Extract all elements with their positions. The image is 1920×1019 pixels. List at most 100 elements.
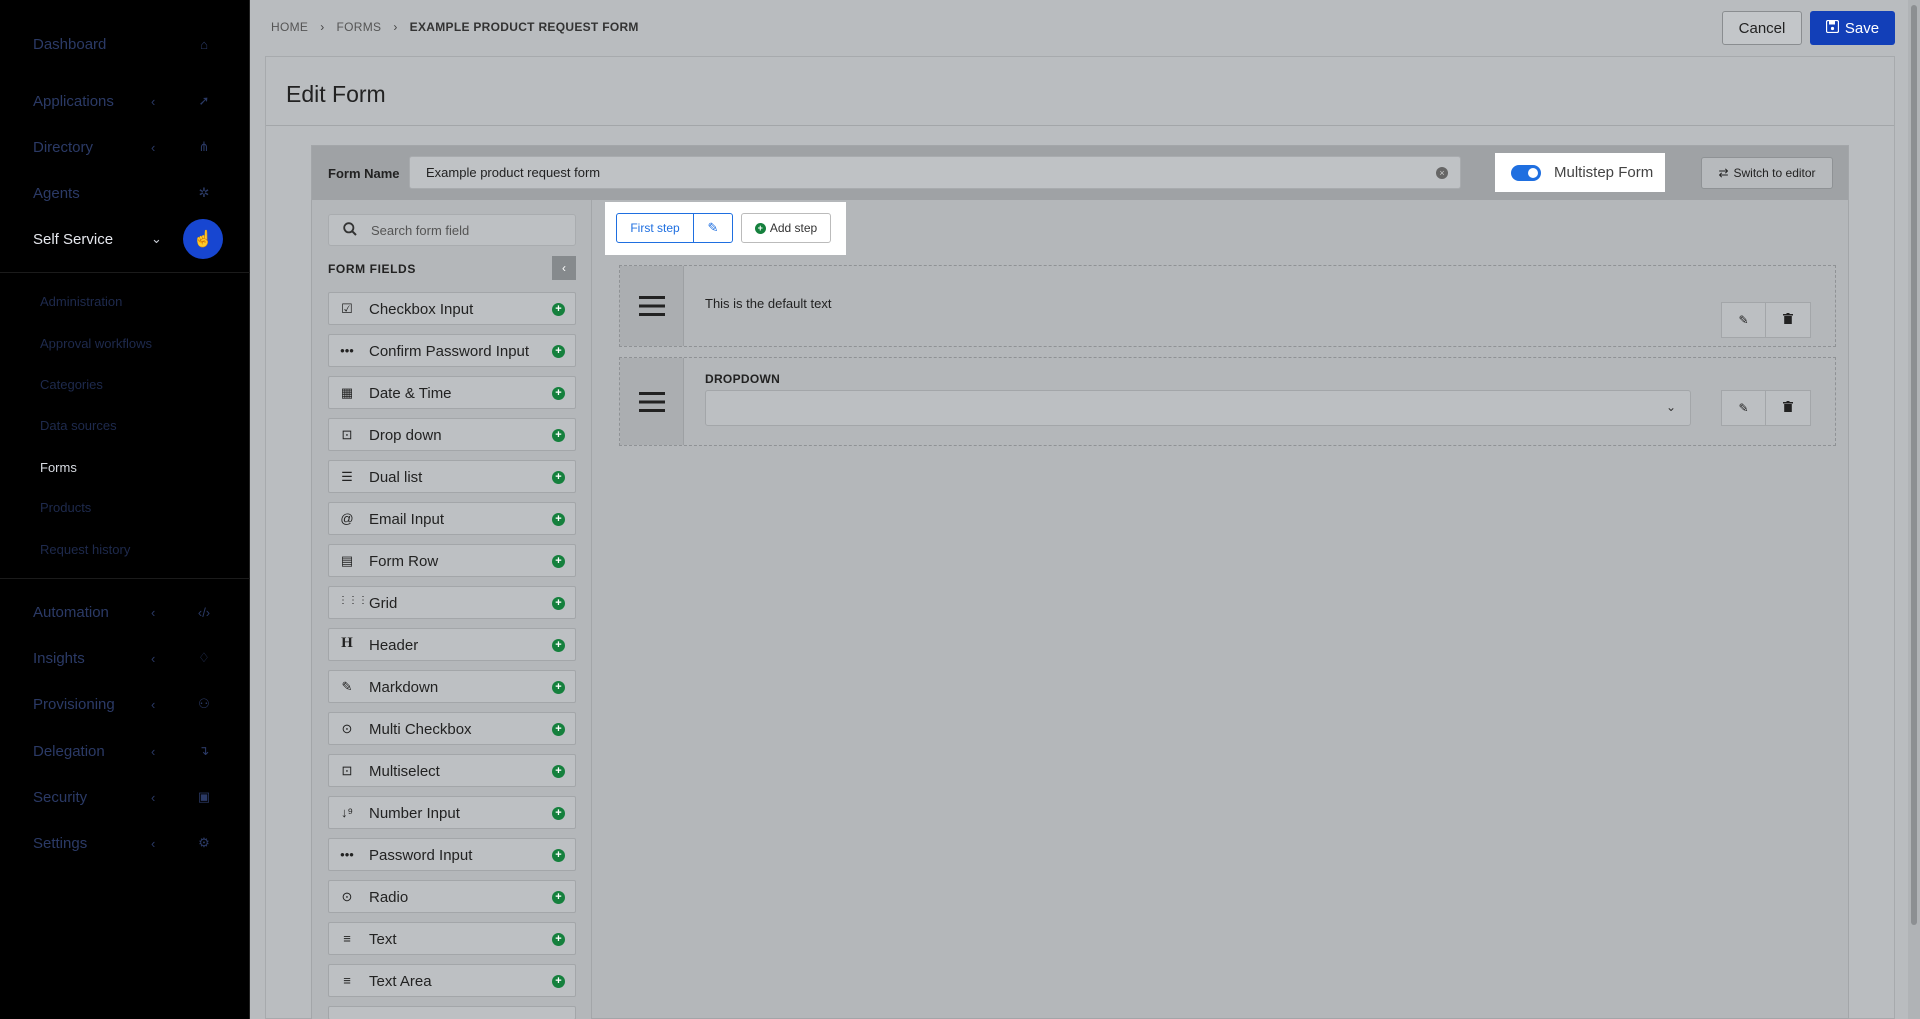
field-item-password-input[interactable]: ••• Password Input + bbox=[328, 838, 576, 871]
plus-circle-icon: + bbox=[754, 222, 766, 234]
add-field-icon[interactable]: + bbox=[552, 345, 565, 358]
add-field-icon[interactable]: + bbox=[552, 891, 565, 904]
sidebar-item-delegation[interactable]: Delegation ‹ ↴ bbox=[0, 731, 250, 771]
home-icon: ⌂ bbox=[200, 36, 208, 52]
add-field-icon[interactable]: + bbox=[552, 807, 565, 820]
field-item-date-time[interactable]: ▦ Date & Time + bbox=[328, 376, 576, 409]
add-field-icon[interactable]: + bbox=[552, 429, 565, 442]
add-field-icon[interactable]: + bbox=[552, 975, 565, 988]
save-button[interactable]: Save bbox=[1810, 11, 1895, 45]
breadcrumb-forms[interactable]: FORMS bbox=[337, 20, 382, 34]
field-item-email-input[interactable]: @ Email Input + bbox=[328, 502, 576, 535]
pencil-icon: ✎ bbox=[707, 220, 719, 235]
sidebar-item-settings[interactable]: Settings ‹ ⚙ bbox=[0, 823, 250, 863]
search-form-field[interactable] bbox=[328, 214, 576, 246]
multistep-form-toggle[interactable]: Multistep Form bbox=[1495, 153, 1665, 192]
add-field-icon[interactable]: + bbox=[552, 681, 565, 694]
delete-element-button[interactable] bbox=[1766, 302, 1811, 338]
step-tab-first[interactable]: First step bbox=[616, 213, 694, 243]
field-item-header[interactable]: H Header + bbox=[328, 628, 576, 661]
sidebar-subitem-approval-workflows[interactable]: Approval workflows bbox=[40, 336, 152, 351]
sidebar-item-automation[interactable]: Automation ‹ ‹/› bbox=[0, 592, 250, 632]
field-item-partial[interactable] bbox=[328, 1006, 576, 1019]
field-item-markdown[interactable]: ✎ Markdown + bbox=[328, 670, 576, 703]
field-item-confirm-password-input[interactable]: ••• Confirm Password Input + bbox=[328, 334, 576, 367]
edit-step-button[interactable]: ✎ bbox=[693, 213, 733, 243]
sidebar-item-security[interactable]: Security ‹ ▣ bbox=[0, 777, 250, 817]
add-field-icon[interactable]: + bbox=[552, 723, 565, 736]
sidebar-item-label: Automation bbox=[33, 603, 109, 621]
field-item-dual-list[interactable]: ☰ Dual list + bbox=[328, 460, 576, 493]
field-item-grid[interactable]: ⋮⋮⋮ Grid + bbox=[328, 586, 576, 619]
add-field-icon[interactable]: + bbox=[552, 471, 565, 484]
sidebar-subitem-products[interactable]: Products bbox=[40, 500, 91, 515]
form-element-dropdown[interactable]: DROPDOWN ⌄ ✎ bbox=[619, 357, 1836, 446]
form-name-input[interactable]: Example product request form × bbox=[409, 156, 1461, 189]
scrollbar-thumb[interactable] bbox=[1911, 5, 1917, 925]
default-text: This is the default text bbox=[705, 296, 832, 311]
edit-element-button[interactable]: ✎ bbox=[1721, 390, 1766, 426]
collapse-panel-button[interactable]: ‹ bbox=[552, 256, 576, 280]
form-element-text[interactable]: This is the default text ✎ bbox=[619, 265, 1836, 347]
sidebar-item-provisioning[interactable]: Provisioning ‹ ⚇ bbox=[0, 684, 250, 724]
save-button-label: Save bbox=[1844, 19, 1880, 37]
sidebar-subitem-request-history[interactable]: Request history bbox=[40, 542, 130, 557]
field-item-label: Multi Checkbox bbox=[369, 721, 472, 738]
chevron-left-icon: ‹ bbox=[151, 743, 156, 759]
field-item-checkbox-input[interactable]: ☑ Checkbox Input + bbox=[328, 292, 576, 325]
add-field-icon[interactable]: + bbox=[552, 555, 565, 568]
check-circle-icon: ⊙ bbox=[341, 721, 353, 736]
add-field-icon[interactable]: + bbox=[552, 639, 565, 652]
search-input[interactable] bbox=[371, 215, 571, 245]
sidebar-subitem-data-sources[interactable]: Data sources bbox=[40, 418, 117, 433]
page-scrollbar[interactable] bbox=[1908, 0, 1920, 1019]
field-item-label: Radio bbox=[369, 889, 409, 906]
dropdown-select[interactable]: ⌄ bbox=[705, 390, 1691, 426]
add-field-icon[interactable]: + bbox=[552, 387, 565, 400]
sidebar-item-self-service[interactable]: Self Service ⌄ ☝ bbox=[0, 219, 250, 259]
floppy-disk-icon bbox=[1825, 19, 1840, 37]
add-field-icon[interactable]: + bbox=[552, 303, 565, 316]
add-field-icon[interactable]: + bbox=[552, 513, 565, 526]
sidebar-subitem-categories[interactable]: Categories bbox=[40, 377, 103, 392]
field-item-multi-checkbox[interactable]: ⊙ Multi Checkbox + bbox=[328, 712, 576, 745]
sidebar-item-dashboard[interactable]: Dashboard ⌂ bbox=[0, 24, 250, 64]
field-item-label: Form Row bbox=[369, 553, 439, 570]
align-left-icon: ≡ bbox=[343, 973, 351, 988]
field-item-multiselect[interactable]: ⊡ Multiselect + bbox=[328, 754, 576, 787]
add-step-button[interactable]: + Add step bbox=[741, 213, 831, 243]
sidebar-item-applications[interactable]: Applications ‹ ➚ bbox=[0, 81, 250, 121]
add-field-icon[interactable]: + bbox=[552, 933, 565, 946]
field-item-drop-down[interactable]: ⊡ Drop down + bbox=[328, 418, 576, 451]
add-field-icon[interactable]: + bbox=[552, 597, 565, 610]
add-field-icon[interactable]: + bbox=[552, 765, 565, 778]
drag-handle-icon[interactable] bbox=[620, 266, 684, 346]
sidebar-item-label: Applications bbox=[33, 92, 114, 110]
chevron-down-icon: ⌄ bbox=[151, 231, 162, 246]
drag-handle-icon[interactable] bbox=[620, 358, 684, 445]
chevron-left-icon: ‹ bbox=[151, 789, 156, 805]
switch-to-editor-button[interactable]: ⇄ Switch to editor bbox=[1701, 157, 1833, 189]
clear-input-icon[interactable]: × bbox=[1436, 167, 1448, 179]
sidebar-item-agents[interactable]: Agents ✲ bbox=[0, 173, 250, 213]
field-item-radio[interactable]: ⊙ Radio + bbox=[328, 880, 576, 913]
sidebar-subitem-forms[interactable]: Forms bbox=[40, 460, 77, 475]
users-icon: ⚇ bbox=[198, 696, 210, 711]
trash-icon bbox=[1783, 401, 1793, 415]
field-item-number-input[interactable]: ↓⁹ Number Input + bbox=[328, 796, 576, 829]
toggle-switch[interactable] bbox=[1511, 165, 1541, 181]
breadcrumb-home[interactable]: HOME bbox=[271, 20, 308, 34]
edit-element-button[interactable]: ✎ bbox=[1721, 302, 1766, 338]
sidebar-item-directory[interactable]: Directory ‹ ⋔ bbox=[0, 127, 250, 167]
sidebar-divider bbox=[0, 272, 250, 273]
sidebar-item-insights[interactable]: Insights ‹ ♢ bbox=[0, 638, 250, 678]
delete-element-button[interactable] bbox=[1766, 390, 1811, 426]
field-item-text[interactable]: ≡ Text + bbox=[328, 922, 576, 955]
sidebar-subitem-administration[interactable]: Administration bbox=[40, 294, 122, 309]
top-bar: HOME › FORMS › EXAMPLE PRODUCT REQUEST F… bbox=[251, 0, 1920, 56]
gear-icon: ⚙ bbox=[198, 835, 210, 850]
field-item-form-row[interactable]: ▤ Form Row + bbox=[328, 544, 576, 577]
field-item-text-area[interactable]: ≡ Text Area + bbox=[328, 964, 576, 997]
cancel-button[interactable]: Cancel bbox=[1722, 11, 1802, 45]
add-field-icon[interactable]: + bbox=[552, 849, 565, 862]
